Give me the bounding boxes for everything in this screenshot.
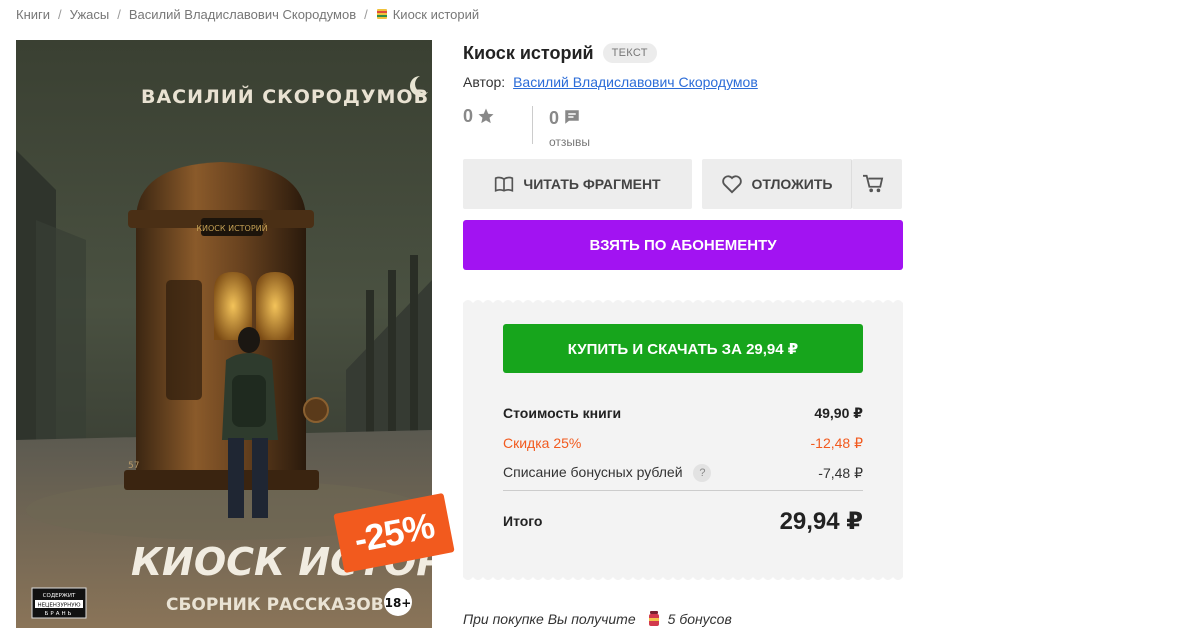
rating-value: 0 [463, 106, 474, 126]
format-badge: ТЕКСТ [602, 43, 657, 63]
buy-download-button[interactable]: Купить и скачать за 29,94 ₽ [503, 324, 863, 373]
cost-label: Стоимость книги [503, 405, 622, 421]
author-label: Автор: [463, 74, 506, 90]
breadcrumb-separator: / [364, 7, 368, 22]
book-info: Киоск историй ТЕКСТ Автор: Василий Влади… [463, 40, 903, 270]
total-row: Итого 29,94 ₽ [503, 503, 863, 539]
heart-icon [721, 174, 752, 194]
cost-value: 49,90 ₽ [814, 404, 863, 421]
booth-number: 57 [128, 461, 139, 471]
reviews-count: 0 [549, 108, 560, 128]
reviews[interactable]: 0 отзывы [549, 106, 590, 149]
booth-sign-text: КИОСК ИСТОРИЙ [196, 222, 267, 233]
age-rating-text: 18+ [385, 596, 412, 610]
ratings: 0 0 отзывы [463, 106, 903, 149]
bonus-value: -7,48 ₽ [818, 464, 863, 481]
defer-button[interactable]: Отложить [702, 159, 852, 209]
breadcrumb-current: Киоск историй [392, 7, 480, 22]
ticket-edge [463, 297, 903, 303]
breadcrumb: Книги / Ужасы / Василий Владиславович Ск… [16, 7, 479, 22]
bonus-note: При покупке Вы получите 5 бонусов [463, 611, 732, 627]
book-format-icon [376, 7, 393, 22]
breadcrumb-link-books[interactable]: Книги [16, 7, 50, 22]
author-link[interactable]: Василий Владиславович Скородумов [513, 74, 758, 90]
book-title: Киоск историй [463, 42, 594, 63]
warning-line-1: СОДЕРЖИТ [43, 593, 76, 599]
bonus-note-prefix: При покупке Вы получите [463, 611, 636, 627]
bonus-note-amount: 5 бонусов [667, 611, 732, 627]
total-label: Итого [503, 513, 543, 529]
breadcrumb-link-author[interactable]: Василий Владиславович Скородумов [129, 7, 356, 22]
breadcrumb-separator: / [117, 7, 121, 22]
total-value: 29,94 ₽ [779, 507, 863, 535]
comment-icon [563, 108, 581, 131]
warning-line-2: НЕЦЕНЗУРНУЮ [37, 603, 80, 609]
profanity-warning-badge: СОДЕРЖИТ НЕЦЕНЗУРНУЮ БРАНЬ [31, 587, 87, 619]
subscribe-button[interactable]: Взять по абонементу [463, 220, 903, 270]
discount-value: -12,48 ₽ [810, 434, 864, 451]
help-icon[interactable]: ? [693, 464, 712, 483]
star-icon [477, 107, 495, 130]
warning-line-3: БРАНЬ [45, 611, 74, 617]
read-fragment-button[interactable]: Читать фрагмент [463, 159, 692, 209]
cart-icon [862, 174, 893, 194]
cover-subtitle-text: СБОРНИК РАССКАЗОВ [166, 595, 384, 615]
author-row: Автор: Василий Владиславович Скородумов [463, 74, 903, 90]
add-to-cart-button[interactable] [852, 159, 902, 209]
ticket-edge [463, 577, 903, 583]
discount-label: Скидка 25% [503, 435, 582, 451]
price-breakdown: Стоимость книги 49,90 ₽ Скидка 25% -12,4… [503, 398, 863, 488]
cost-row: Стоимость книги 49,90 ₽ [503, 398, 863, 428]
age-rating-badge: 18+ [384, 588, 412, 616]
bonus-row: Списание бонусных рублей ? -7,48 ₽ [503, 458, 863, 488]
rating[interactable]: 0 [463, 106, 495, 144]
bonus-label: Списание бонусных рублей [503, 463, 683, 480]
total-divider [503, 490, 863, 491]
discount-row: Скидка 25% -12,48 ₽ [503, 428, 863, 458]
read-fragment-label: Читать фрагмент [523, 176, 661, 192]
reviews-label: отзывы [549, 135, 591, 149]
defer-label: Отложить [751, 176, 833, 192]
breadcrumb-separator: / [58, 7, 62, 22]
cover-author-text: ВАСИЛИЙ СКОРОДУМОВ [141, 85, 429, 108]
ratings-divider [532, 106, 534, 144]
open-book-icon [494, 175, 523, 193]
bonus-jar-icon [648, 611, 660, 627]
purchase-box: Купить и скачать за 29,94 ₽ Стоимость кн… [463, 297, 903, 583]
breadcrumb-link-horror[interactable]: Ужасы [70, 7, 110, 22]
